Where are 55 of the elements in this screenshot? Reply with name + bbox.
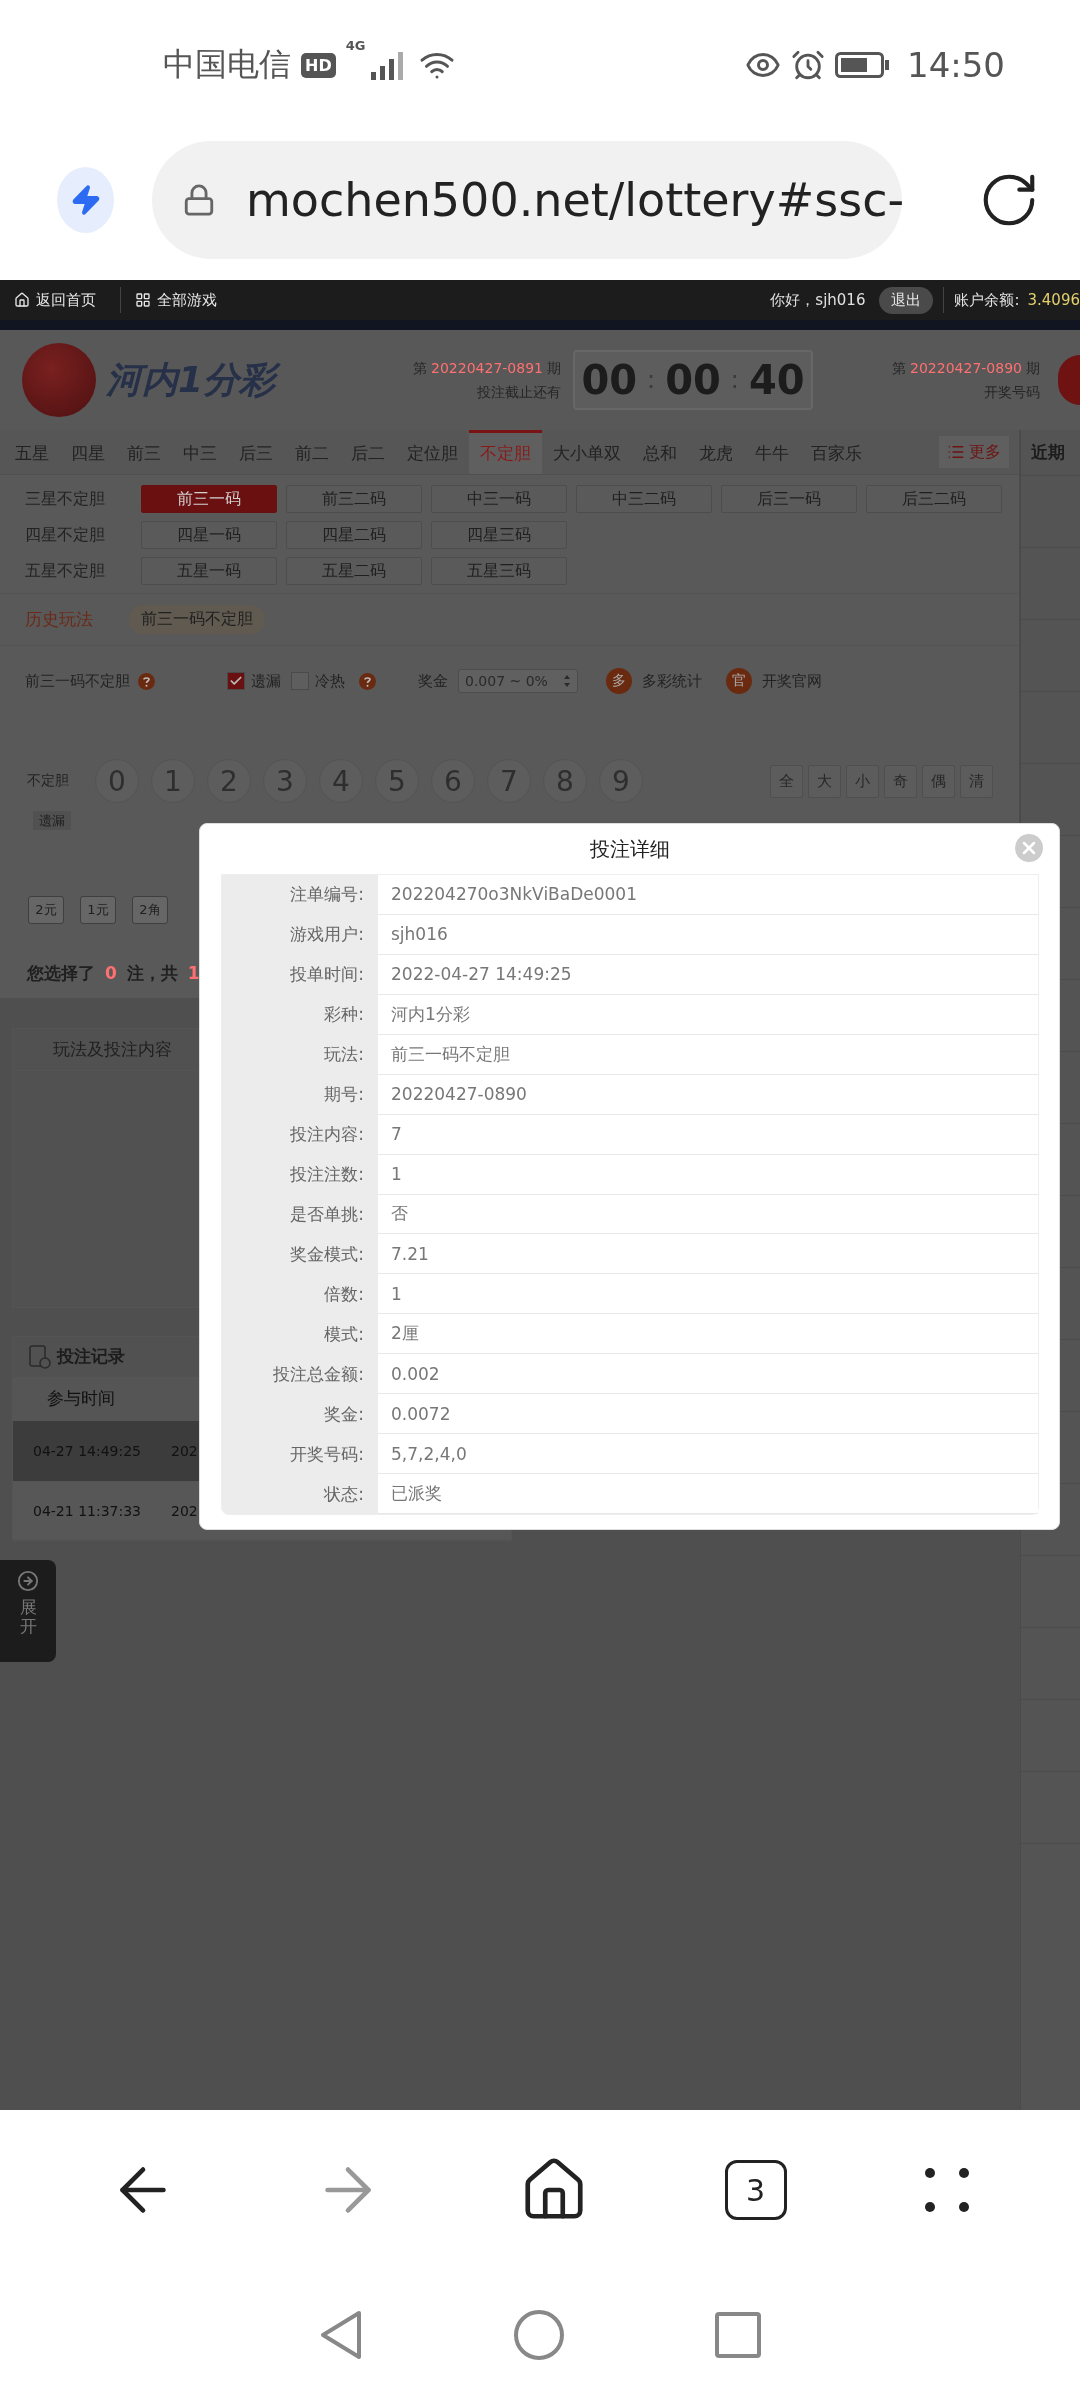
field-label: 投注内容: <box>289 1123 365 1147</box>
balance-label: 账户余额: <box>954 290 1020 310</box>
field-label: 投注总金额: <box>272 1362 365 1386</box>
field-value: 已派奖 <box>378 1474 1038 1514</box>
field-label: 期号: <box>323 1083 365 1107</box>
field-label: 注单编号: <box>289 883 365 907</box>
field-label: 投注注数: <box>289 1163 365 1187</box>
countdown-separator: : <box>730 366 739 394</box>
field-label: 模式: <box>323 1322 365 1346</box>
field-label: 奖金模式: <box>289 1242 365 1266</box>
field-value: 前三一码不定胆 <box>378 1034 1038 1075</box>
clock-time: 14:50 <box>907 45 1005 85</box>
field-label: 状态: <box>323 1482 365 1506</box>
balance-value: 3.4096 <box>1027 291 1080 309</box>
field-value: 1 <box>378 1154 1038 1195</box>
field-label: 彩种: <box>323 1003 365 1027</box>
dialog-title: 投注详细 <box>590 835 670 863</box>
field-value: 0.002 <box>378 1354 1038 1395</box>
panel-title: 近期 <box>1030 441 1066 464</box>
hd-badge: HD <box>301 52 336 78</box>
field-label: 奖金: <box>323 1402 365 1426</box>
field-value: sjh016 <box>378 914 1038 955</box>
greeting-text: 你好，sjh016 <box>770 290 866 310</box>
countdown-separator: : <box>647 366 656 394</box>
field-value: 0.0072 <box>378 1394 1038 1435</box>
field-label: 玩法: <box>323 1043 365 1067</box>
field-label: 开奖号码: <box>289 1442 365 1466</box>
field-label: 游戏用户: <box>289 923 365 947</box>
field-value: 否 <box>378 1194 1038 1235</box>
field-label: 是否单挑: <box>289 1202 365 1226</box>
countdown-digits: 00 <box>581 357 638 403</box>
field-value: 2022-04-27 14:49:25 <box>378 954 1038 995</box>
field-label: 投单时间: <box>289 963 365 987</box>
countdown-digits: 00 <box>665 357 721 403</box>
field-value: 河内1分彩 <box>378 994 1038 1035</box>
field-value: 5,7,2,4,0 <box>378 1434 1038 1475</box>
network-type: 4G <box>345 38 366 53</box>
field-value: 2厘 <box>378 1314 1038 1355</box>
field-value: 7 <box>378 1114 1038 1155</box>
field-label: 倍数: <box>323 1282 365 1306</box>
summary-text: 您选择了 <box>27 961 95 985</box>
table-cell: 202 <box>171 1502 198 1519</box>
field-value: 202204270o3NkViBaDe0001 <box>378 875 1038 915</box>
field-value: 20220427-0890 <box>378 1074 1038 1115</box>
field-value: 1 <box>378 1274 1038 1315</box>
table-cell: 04-21 11:37:33 <box>33 1502 141 1519</box>
field-value: 7.21 <box>378 1234 1038 1275</box>
countdown-digits: 40 <box>748 357 805 403</box>
url-text: mochen500.net/lottery#ssc- <box>246 173 905 227</box>
column-header: 参与时间 <box>47 1387 115 1411</box>
carrier-name: 中国电信 <box>163 44 291 85</box>
summary-text: 注，共 <box>126 961 178 985</box>
selected-count: 0 <box>105 963 117 983</box>
total-count: 1 <box>187 963 200 983</box>
history-label: 历史玩法 <box>25 608 93 631</box>
